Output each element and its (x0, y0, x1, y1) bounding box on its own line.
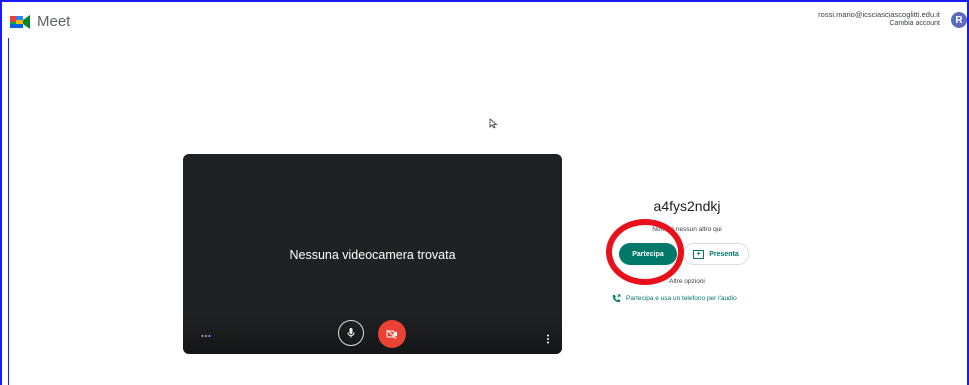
meeting-code: a4fys2ndkj (653, 198, 721, 214)
join-button-label: Partecipa (632, 250, 664, 258)
camera-toggle-button[interactable] (378, 320, 406, 348)
participants-status: Non c'è nessun altro qui (652, 226, 722, 233)
microphone-toggle-button[interactable] (338, 320, 364, 346)
app-name: Meet (37, 13, 71, 30)
mouse-cursor-icon (489, 118, 498, 129)
no-camera-message: Nessuna videocamera trovata (289, 248, 456, 262)
other-options-heading: Altre opzioni (669, 278, 705, 285)
video-preview: Nessuna videocamera trovata (183, 154, 562, 354)
present-screen-icon: + (693, 249, 705, 259)
meet-logo-icon (10, 14, 30, 29)
preview-controls-shade (183, 314, 562, 354)
phone-audio-label: Partecipa e usa un telefono per l'audio (626, 295, 737, 302)
switch-account-link[interactable]: Cambia account (818, 19, 940, 28)
more-options-icon[interactable] (546, 334, 550, 344)
microphone-icon (347, 328, 355, 338)
visual-effects-icon[interactable] (201, 334, 211, 338)
avatar[interactable]: R (951, 12, 967, 28)
join-with-phone-audio-link[interactable]: Partecipa e usa un telefono per l'audio (612, 294, 737, 303)
present-button-label: Presenta (709, 250, 739, 258)
screen-frame-left-edge (8, 38, 9, 385)
present-button[interactable]: + Presenta (683, 243, 749, 265)
account-info: rossi.mario@icsciasciascoglitti.edu.it C… (818, 10, 940, 28)
join-button[interactable]: Partecipa (619, 243, 677, 265)
meet-logo[interactable]: Meet (10, 13, 70, 30)
phone-forward-icon (612, 294, 621, 303)
account-email: rossi.mario@icsciasciascoglitti.edu.it (818, 10, 940, 19)
camera-off-icon (386, 329, 397, 339)
